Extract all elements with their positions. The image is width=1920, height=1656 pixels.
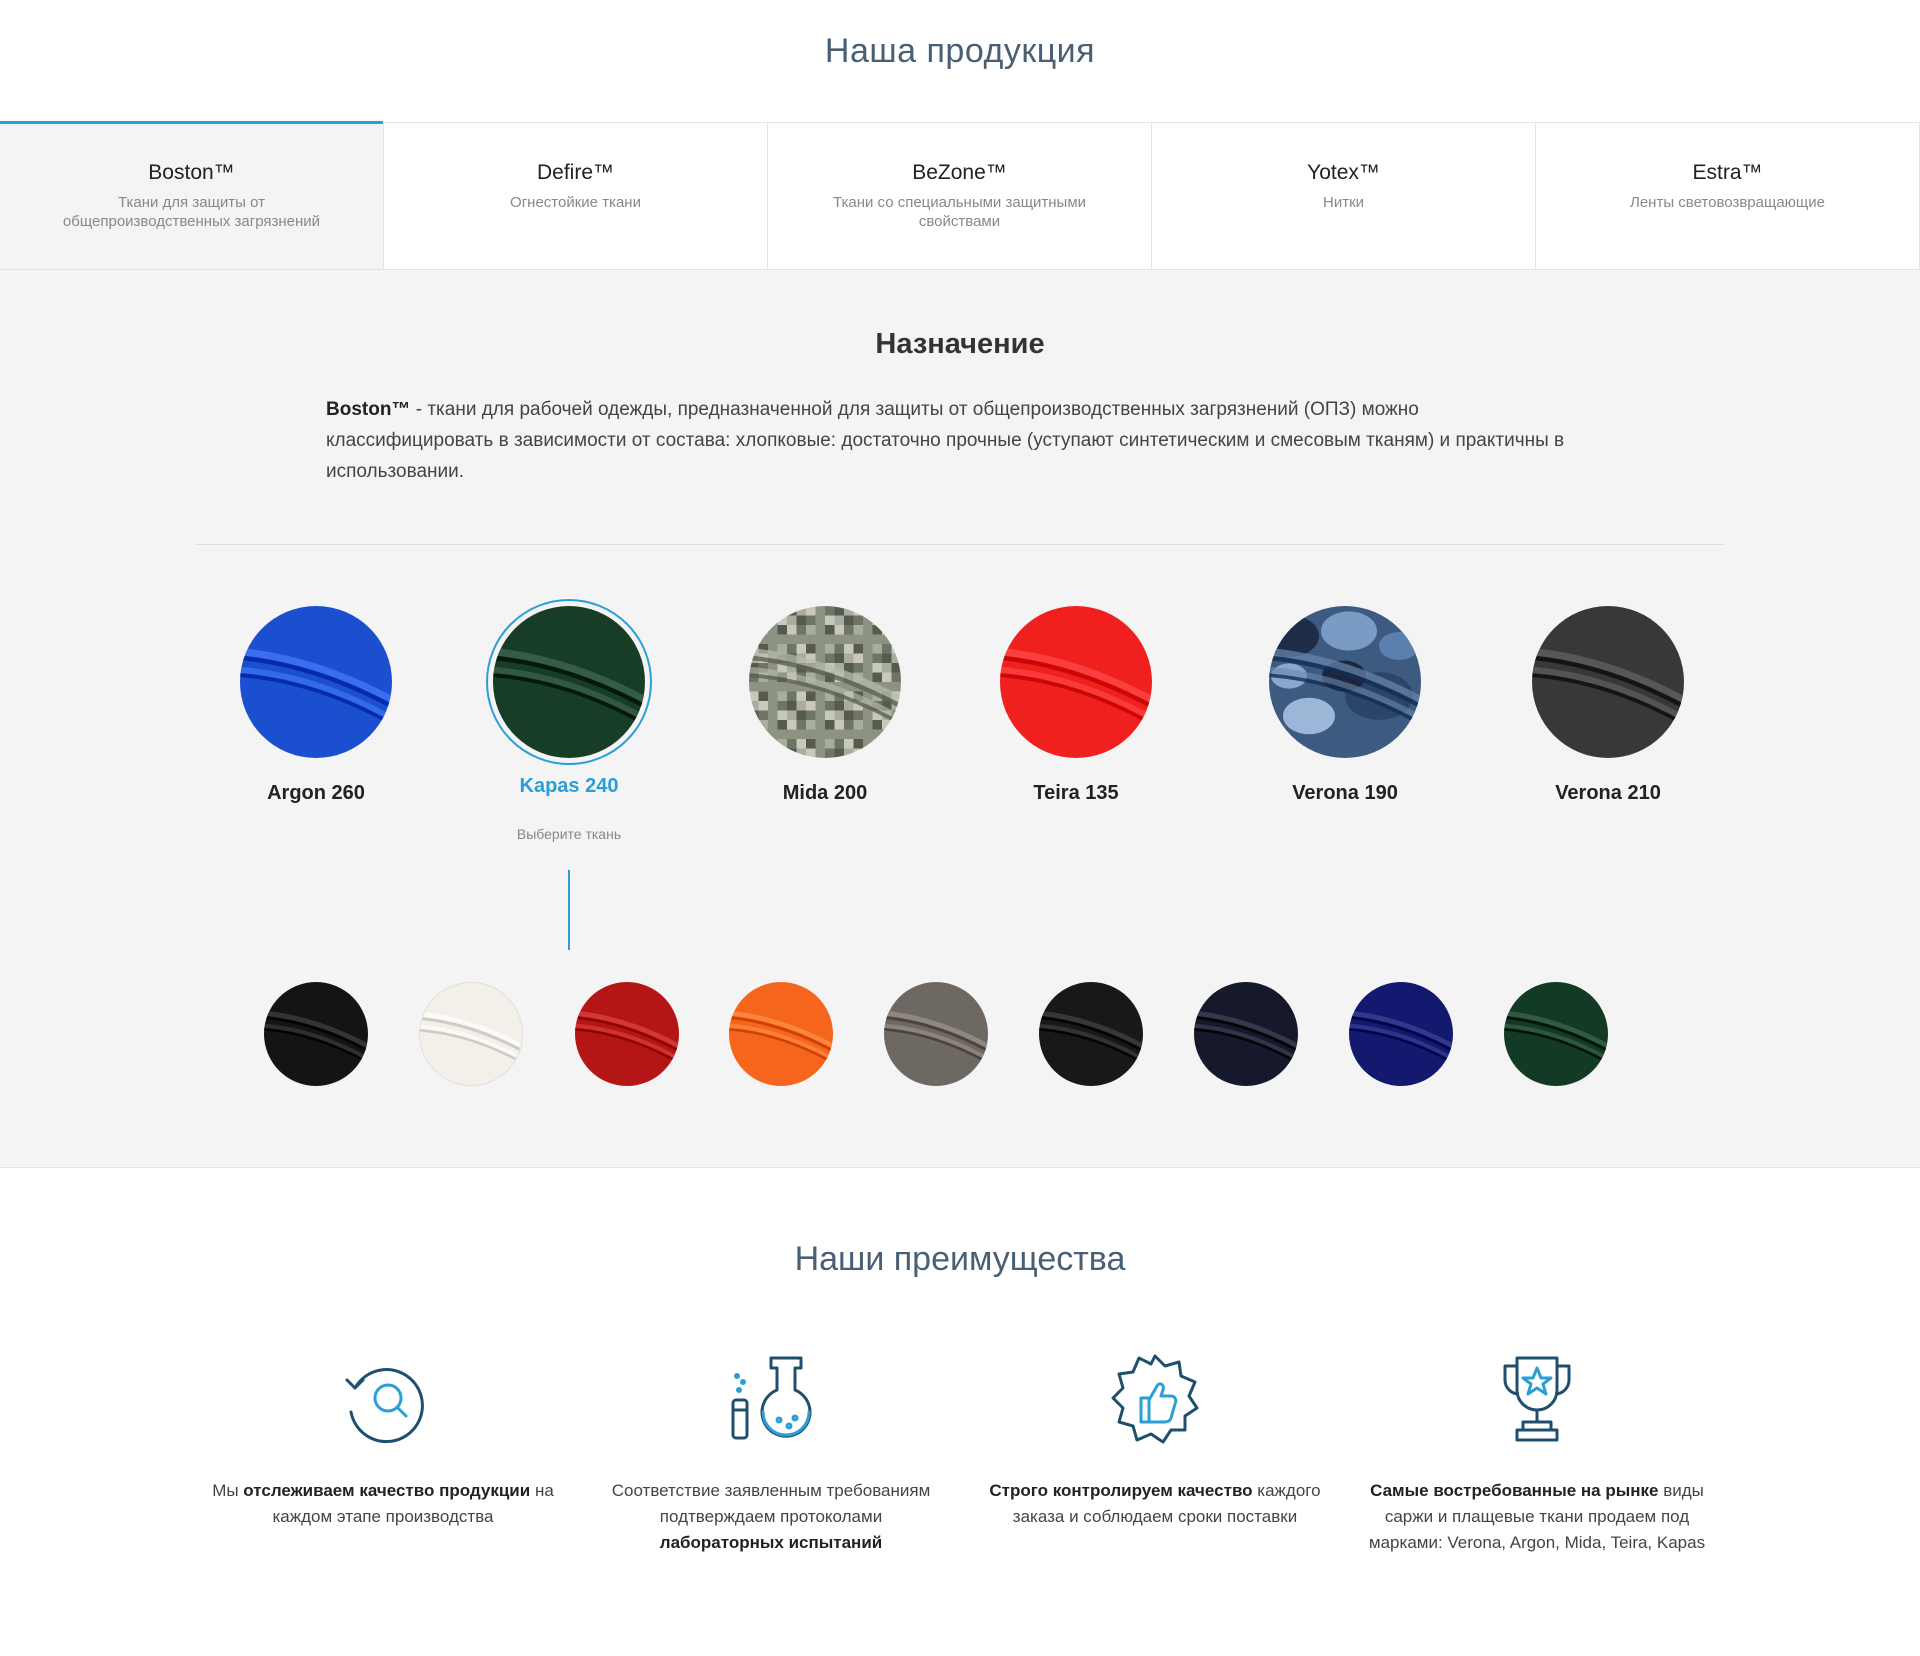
tab-desc: Ткани со специальными защитными свойства… [832,194,1087,230]
tab-name: Yotex™ [1307,161,1380,184]
fabric-mida-200[interactable]: Mida 200 [715,606,935,805]
advantage-bold: Строго контролируем качество [989,1481,1253,1500]
advantage-bold: отслеживаем качество продукции [243,1481,531,1500]
selected-ring [486,599,652,765]
tab-desc: Огнестойкие ткани [510,194,641,211]
thumbs-up-badge-icon [1105,1350,1205,1450]
search-refresh-icon [333,1350,433,1450]
advantage-item: Мы отслеживаем качество продукции на каж… [208,1350,558,1530]
tab-name: Estra™ [1692,161,1763,184]
advantage-item: Строго контролируем качество каждого зак… [980,1350,1330,1530]
color-swatch[interactable] [1039,982,1143,1086]
advantage-bold: Самые востребованные на рынке [1370,1481,1659,1500]
advantage-pre: Соответствие заявленным требованиям подт… [611,1481,931,1526]
fabric-name: Kapas 240 [519,775,619,797]
tab-boston[interactable]: Boston™ Ткани для защиты от общепроизвод… [0,121,384,269]
fabric-swatch [1269,606,1421,758]
tab-yotex[interactable]: Yotex™ Нитки [1152,123,1536,269]
color-swatch[interactable] [1194,982,1298,1086]
color-swatch[interactable] [729,982,833,1086]
color-swatch[interactable] [575,982,679,1086]
fabric-argon-260[interactable]: Argon 260 [206,606,426,805]
fabric-name: Verona 190 [1292,782,1398,804]
tab-name: BeZone™ [912,161,1007,184]
purpose-brand: Boston™ [326,399,411,420]
tab-name: Boston™ [148,161,235,184]
color-swatch[interactable] [1504,982,1608,1086]
advantage-text: Строго контролируем качество каждого зак… [980,1478,1330,1530]
tab-bezone[interactable]: BeZone™ Ткани со специальными защитными … [768,123,1152,269]
advantage-text: Мы отслеживаем качество продукции на каж… [208,1478,558,1530]
color-swatch[interactable] [884,982,988,1086]
purpose-title: Назначение [875,328,1045,360]
fabric-swatch [749,606,901,758]
trophy-icon [1487,1350,1587,1450]
advantage-item: Самые востребованные на рынке виды саржи… [1362,1350,1712,1556]
tab-name: Defire™ [536,161,615,184]
fabric-verona-210[interactable]: Verona 210 [1498,606,1718,805]
page-title: Наша продукция [824,32,1096,70]
product-tabs: Boston™ Ткани для защиты от общепроизвод… [0,121,1920,270]
color-swatch[interactable] [1349,982,1453,1086]
fabric-swatch [1000,606,1152,758]
advantage-text: Самые востребованные на рынке виды саржи… [1362,1478,1712,1556]
tab-defire[interactable]: Defire™ Огнестойкие ткани [384,123,768,269]
divider [196,544,1724,545]
fabric-name: Verona 210 [1555,782,1661,804]
purpose-body: - ткани для рабочей одежды, предназначен… [326,399,1565,482]
advantage-item: Соответствие заявленным требованиям подт… [596,1350,946,1556]
fabric-verona-190[interactable]: Verona 190 [1235,606,1455,805]
purpose-text: Boston™ - ткани для рабочей одежды, пред… [326,394,1586,487]
advantage-text: Соответствие заявленным требованиям подт… [596,1478,946,1556]
connector-line [568,870,570,950]
fabric-hint: Выберите ткань [516,826,622,842]
tab-desc: Ленты световозвращающие [1630,194,1825,211]
tab-estra[interactable]: Estra™ Ленты световозвращающие [1536,123,1920,269]
advantages-title: Наши преимущества [794,1240,1126,1278]
fabric-kapas-240[interactable]: Kapas 240 [459,599,679,798]
fabric-swatch [493,606,645,758]
fabric-teira-135[interactable]: Teira 135 [966,606,1186,805]
fabric-swatch [240,606,392,758]
lab-flask-icon [721,1350,821,1450]
color-swatch[interactable] [419,982,523,1086]
fabric-swatch [1532,606,1684,758]
color-swatch[interactable] [264,982,368,1086]
advantage-pre: Мы [212,1481,244,1500]
fabric-name: Mida 200 [782,782,868,804]
tab-desc: Нитки [1322,194,1365,211]
fabric-name: Teira 135 [1033,782,1119,804]
advantage-bold: лабораторных испытаний [659,1533,883,1552]
purpose-section: Назначение Boston™ - ткани для рабочей о… [0,270,1920,1168]
fabric-name: Argon 260 [267,782,365,804]
tab-desc: Ткани для защиты от общепроизводственных… [62,194,321,230]
